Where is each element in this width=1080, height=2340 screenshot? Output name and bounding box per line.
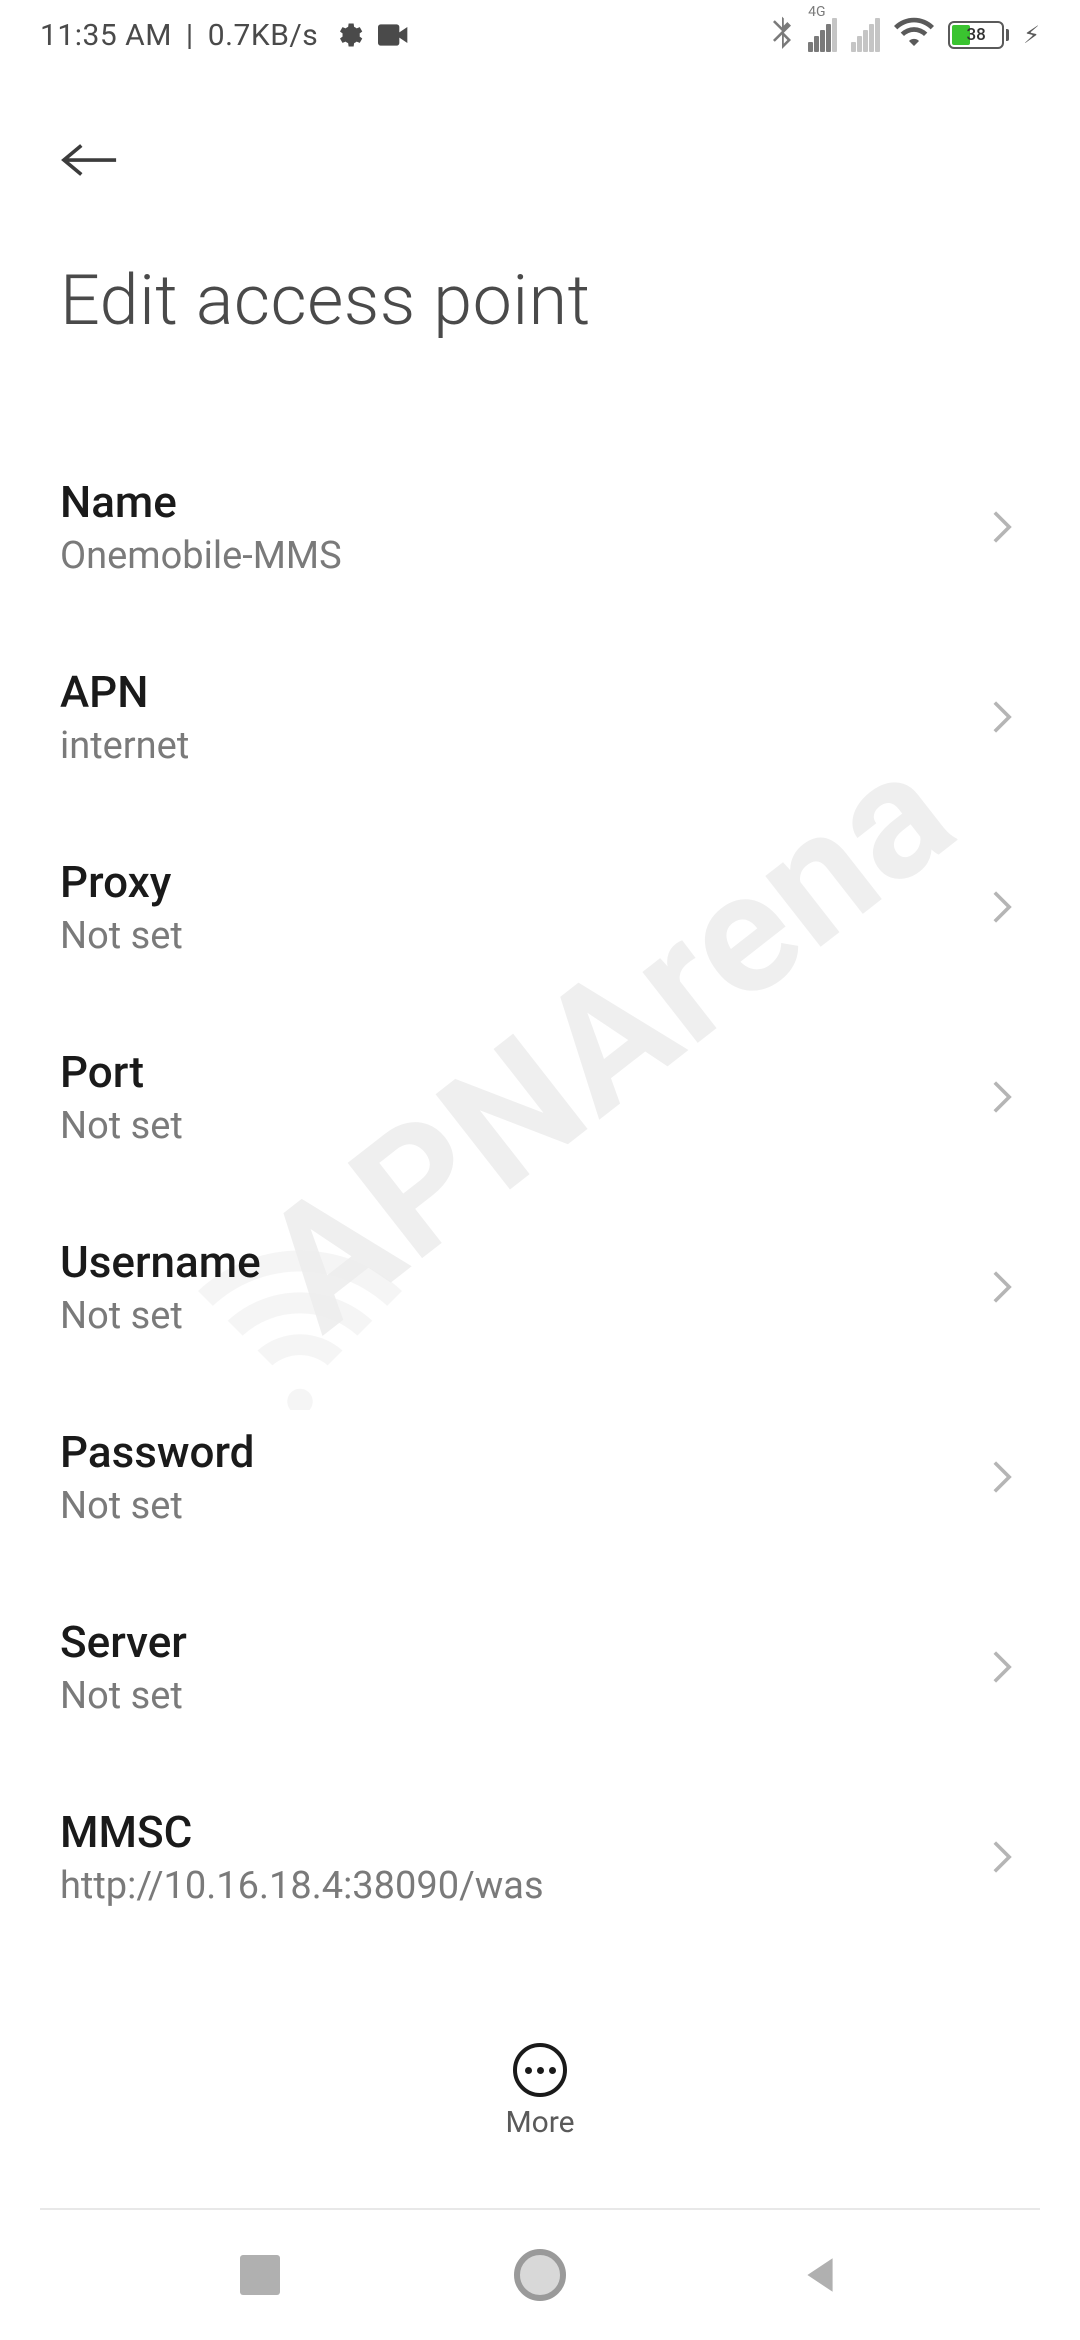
- home-button[interactable]: [510, 2245, 570, 2305]
- status-separator: |: [186, 18, 194, 53]
- setting-port[interactable]: Port Not set: [60, 1002, 1020, 1192]
- setting-label: Port: [60, 1046, 984, 1098]
- chevron-right-icon: [984, 1269, 1020, 1305]
- wifi-icon: [894, 16, 934, 54]
- status-time: 11:35 AM: [40, 18, 172, 53]
- setting-mmsc[interactable]: MMSC http://10.16.18.4:38090/was: [60, 1762, 1020, 1952]
- back-nav-button[interactable]: [790, 2245, 850, 2305]
- setting-label: APN: [60, 666, 984, 718]
- chevron-right-icon: [984, 1839, 1020, 1875]
- gear-icon: [332, 19, 364, 51]
- chevron-right-icon: [984, 1079, 1020, 1115]
- camera-icon: [378, 19, 410, 51]
- more-icon: [513, 2043, 567, 2097]
- setting-value: http://10.16.18.4:38090/was: [60, 1864, 984, 1908]
- setting-username[interactable]: Username Not set: [60, 1192, 1020, 1382]
- chevron-right-icon: [984, 1649, 1020, 1685]
- setting-label: Server: [60, 1616, 984, 1668]
- status-data-rate: 0.7KB/s: [208, 18, 319, 53]
- more-button[interactable]: More: [0, 2003, 1080, 2140]
- bluetooth-icon: [770, 13, 794, 57]
- setting-label: Proxy: [60, 856, 984, 908]
- back-button[interactable]: [60, 130, 120, 190]
- more-label: More: [505, 2105, 574, 2140]
- chevron-right-icon: [984, 1459, 1020, 1495]
- setting-label: Username: [60, 1236, 984, 1288]
- setting-value: Not set: [60, 914, 984, 958]
- status-bar: 11:35 AM | 0.7KB/s 4G: [0, 0, 1080, 70]
- setting-value: Not set: [60, 1294, 984, 1338]
- setting-value: internet: [60, 724, 984, 768]
- page-title: Edit access point: [0, 190, 1080, 382]
- triangle-icon: [799, 2254, 841, 2296]
- setting-server[interactable]: Server Not set: [60, 1572, 1020, 1762]
- square-icon: [240, 2255, 280, 2295]
- setting-value: Not set: [60, 1674, 984, 1718]
- recents-button[interactable]: [230, 2245, 290, 2305]
- setting-label: Password: [60, 1426, 984, 1478]
- setting-label: Name: [60, 476, 984, 528]
- battery-icon: 38: [948, 21, 1009, 49]
- signal-nosim-icon: [851, 18, 880, 52]
- chevron-right-icon: [984, 509, 1020, 545]
- setting-proxy[interactable]: Proxy Not set: [60, 812, 1020, 1002]
- setting-name[interactable]: Name Onemobile-MMS: [60, 432, 1020, 622]
- setting-value: Not set: [60, 1104, 984, 1148]
- circle-icon: [514, 2249, 566, 2301]
- setting-value: Not set: [60, 1484, 984, 1528]
- setting-password[interactable]: Password Not set: [60, 1382, 1020, 1572]
- chevron-right-icon: [984, 889, 1020, 925]
- setting-value: Onemobile-MMS: [60, 534, 984, 578]
- chevron-right-icon: [984, 699, 1020, 735]
- setting-apn[interactable]: APN internet: [60, 622, 1020, 812]
- settings-list: Name Onemobile-MMS APN internet Proxy No…: [0, 382, 1080, 1960]
- charging-icon: ⚡︎: [1023, 21, 1040, 49]
- navigation-bar: [0, 2210, 1080, 2340]
- setting-mms-proxy[interactable]: MMS proxy 10.16.18.77: [60, 1952, 1020, 1960]
- setting-label: MMSC: [60, 1806, 984, 1858]
- signal-4g-icon: 4G: [808, 18, 837, 52]
